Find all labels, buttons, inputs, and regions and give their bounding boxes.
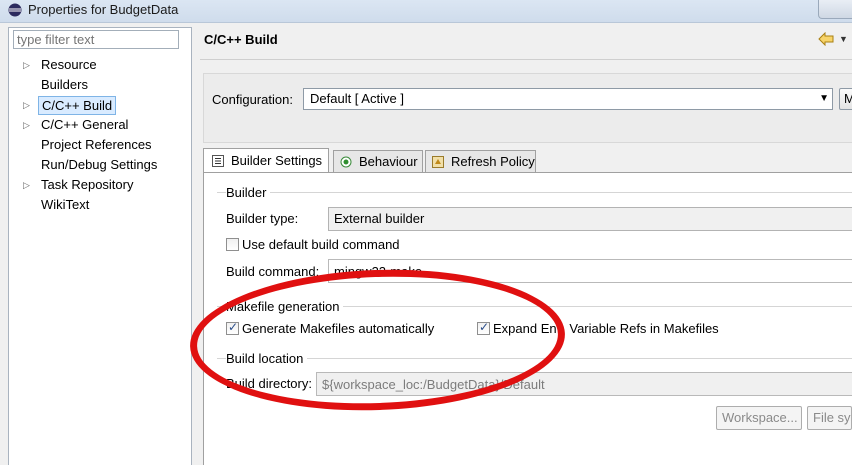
tab-label: Refresh Policy xyxy=(451,154,535,169)
filter-input[interactable] xyxy=(13,30,179,49)
header-separator xyxy=(200,59,852,60)
expand-env-refs-checkbox[interactable]: ✓ xyxy=(477,320,490,335)
location-group-border xyxy=(217,358,852,359)
builder-type-label: Builder type: xyxy=(226,211,299,226)
build-directory-label: Build directory: xyxy=(226,376,312,391)
checkmark-icon: ✓ xyxy=(228,320,239,334)
build-command-field[interactable]: mingw32-make xyxy=(328,259,852,283)
build-directory-value: ${workspace_loc:/BudgetData}/Default xyxy=(322,377,545,392)
expand-env-refs-label: Expand Env. Variable Refs in Makefiles xyxy=(493,321,719,336)
expand-arrow-icon[interactable]: ▷ xyxy=(23,95,33,115)
tree-item-label: Run/Debug Settings xyxy=(41,157,158,172)
builder-group-title: Builder xyxy=(226,185,271,200)
list-icon xyxy=(212,155,224,167)
builder-type-value: External builder xyxy=(334,211,425,226)
builder-type-select[interactable]: External builder xyxy=(328,207,852,231)
tree-item-label: C/C++ Build xyxy=(38,96,117,115)
build-command-value: mingw32-make xyxy=(334,264,423,279)
tree-item-wikitext[interactable]: WikiText xyxy=(8,195,190,215)
eclipse-icon xyxy=(8,3,22,17)
tree-item-label: Resource xyxy=(41,57,97,72)
radio-icon xyxy=(340,156,352,168)
close-window-button[interactable] xyxy=(818,0,852,19)
tree-item-label: Project References xyxy=(41,137,152,152)
expand-arrow-icon[interactable]: ▷ xyxy=(23,175,33,195)
tab-refresh-policy[interactable]: Refresh Policy xyxy=(425,150,536,172)
build-directory-field[interactable]: ${workspace_loc:/BudgetData}/Default xyxy=(316,372,852,396)
tree-item-cpp-general[interactable]: ▷ C/C++ General xyxy=(8,115,190,135)
tab-label: Behaviour xyxy=(359,154,418,169)
tab-behaviour[interactable]: Behaviour xyxy=(333,150,423,172)
builder-group-border xyxy=(217,192,852,193)
tree-item-resource[interactable]: ▷ Resource xyxy=(8,55,190,75)
window-title: Properties for BudgetData xyxy=(28,2,179,17)
makefile-group-title: Makefile generation xyxy=(226,299,344,314)
file-system-button[interactable]: File sys xyxy=(807,406,852,430)
use-default-checkbox[interactable] xyxy=(226,238,239,251)
chevron-down-icon: ▼ xyxy=(819,93,829,104)
manage-configurations-button[interactable]: M xyxy=(839,88,852,110)
generate-makefiles-checkbox[interactable]: ✓ xyxy=(226,320,239,335)
tree-item-builders[interactable]: Builders xyxy=(8,75,190,95)
expand-arrow-icon[interactable]: ▷ xyxy=(23,115,33,135)
workspace-button[interactable]: Workspace... xyxy=(716,406,802,430)
build-command-label: Build command: xyxy=(226,264,320,279)
tree-item-run-debug-settings[interactable]: Run/Debug Settings xyxy=(8,155,190,175)
tree-item-label: Task Repository xyxy=(41,177,134,192)
tree-item-cpp-build[interactable]: ▷ C/C++ Build xyxy=(8,95,190,115)
checkmark-icon: ✓ xyxy=(479,320,490,334)
back-arrow-icon[interactable] xyxy=(818,32,834,46)
location-group-title: Build location xyxy=(226,351,308,366)
configuration-label: Configuration: xyxy=(212,92,293,107)
tree-item-project-references[interactable]: Project References xyxy=(8,135,190,155)
page-title: C/C++ Build xyxy=(204,32,278,47)
chevron-down-icon[interactable]: ▼ xyxy=(839,34,848,44)
tab-label: Builder Settings xyxy=(231,153,323,168)
tree-item-label: Builders xyxy=(41,77,88,92)
tree-item-label: C/C++ General xyxy=(41,117,129,132)
tab-builder-settings[interactable]: Builder Settings xyxy=(203,148,329,173)
configuration-value: Default [ Active ] xyxy=(310,91,404,106)
generate-makefiles-label: Generate Makefiles automatically xyxy=(242,321,435,336)
configuration-select[interactable]: Default [ Active ] ▼ xyxy=(303,88,833,110)
use-default-label: Use default build command xyxy=(242,237,400,252)
expand-arrow-icon[interactable]: ▷ xyxy=(23,55,33,75)
refresh-icon xyxy=(432,156,444,168)
tree-item-label: WikiText xyxy=(41,197,90,212)
tree-item-task-repository[interactable]: ▷ Task Repository xyxy=(8,175,190,195)
